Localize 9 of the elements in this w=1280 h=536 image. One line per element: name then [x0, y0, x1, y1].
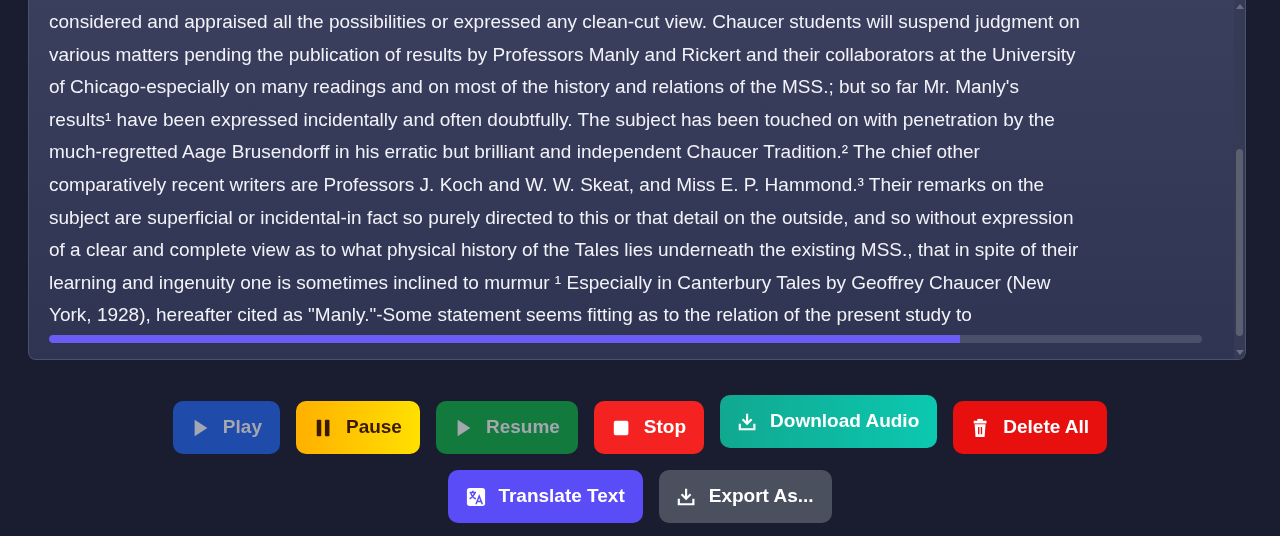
- stop-button[interactable]: Stop: [593, 401, 705, 454]
- scrollbar[interactable]: [1234, 0, 1245, 359]
- text-passage: considered and appraised all the possibilities or expressed any clean-cut view. Chaucer students will suspend judgment on various matters pending the publication of results by Professors Manly and Rickert and their collaborators at the University of Chicago-especially on many readings and on most of the history and relations of the MSS.; but so far Mr. Manly's results¹ have been expressed incidentally and often doubtfully. The subject has been touched on with penetration by the much-regretted Aage Brusendorff in his erratic but brilliant and independent Chaucer Tradition.² The chief other comparatively recent writers are Professors J. Koch and W. W. Skeat, and Miss E. P. Hammond.³ Their remarks on the subject are superficial or incidental-in fact so purely directed to this or that detail on the outside, and so without expression of a clear and complete view as to what physical history of the Tales lies underneath the existing MSS., that in spite of their learning and ingenuity one is sometimes inclined to murmur ¹ Especially in Canterbury Tales by Geoffrey Chaucer (New York, 1928), hereafter cited as "Manly."-Some statement seems fitting as to the relation of the present study to: [49, 10, 1081, 328]
- delete-button[interactable]: Delete All: [953, 401, 1108, 454]
- translate-button[interactable]: Translate Text: [448, 470, 643, 523]
- download-button[interactable]: Download Audio: [720, 395, 938, 448]
- translate-icon: [466, 485, 487, 508]
- export-button[interactable]: Export As...: [658, 470, 832, 523]
- pause-button[interactable]: Pause: [295, 401, 420, 454]
